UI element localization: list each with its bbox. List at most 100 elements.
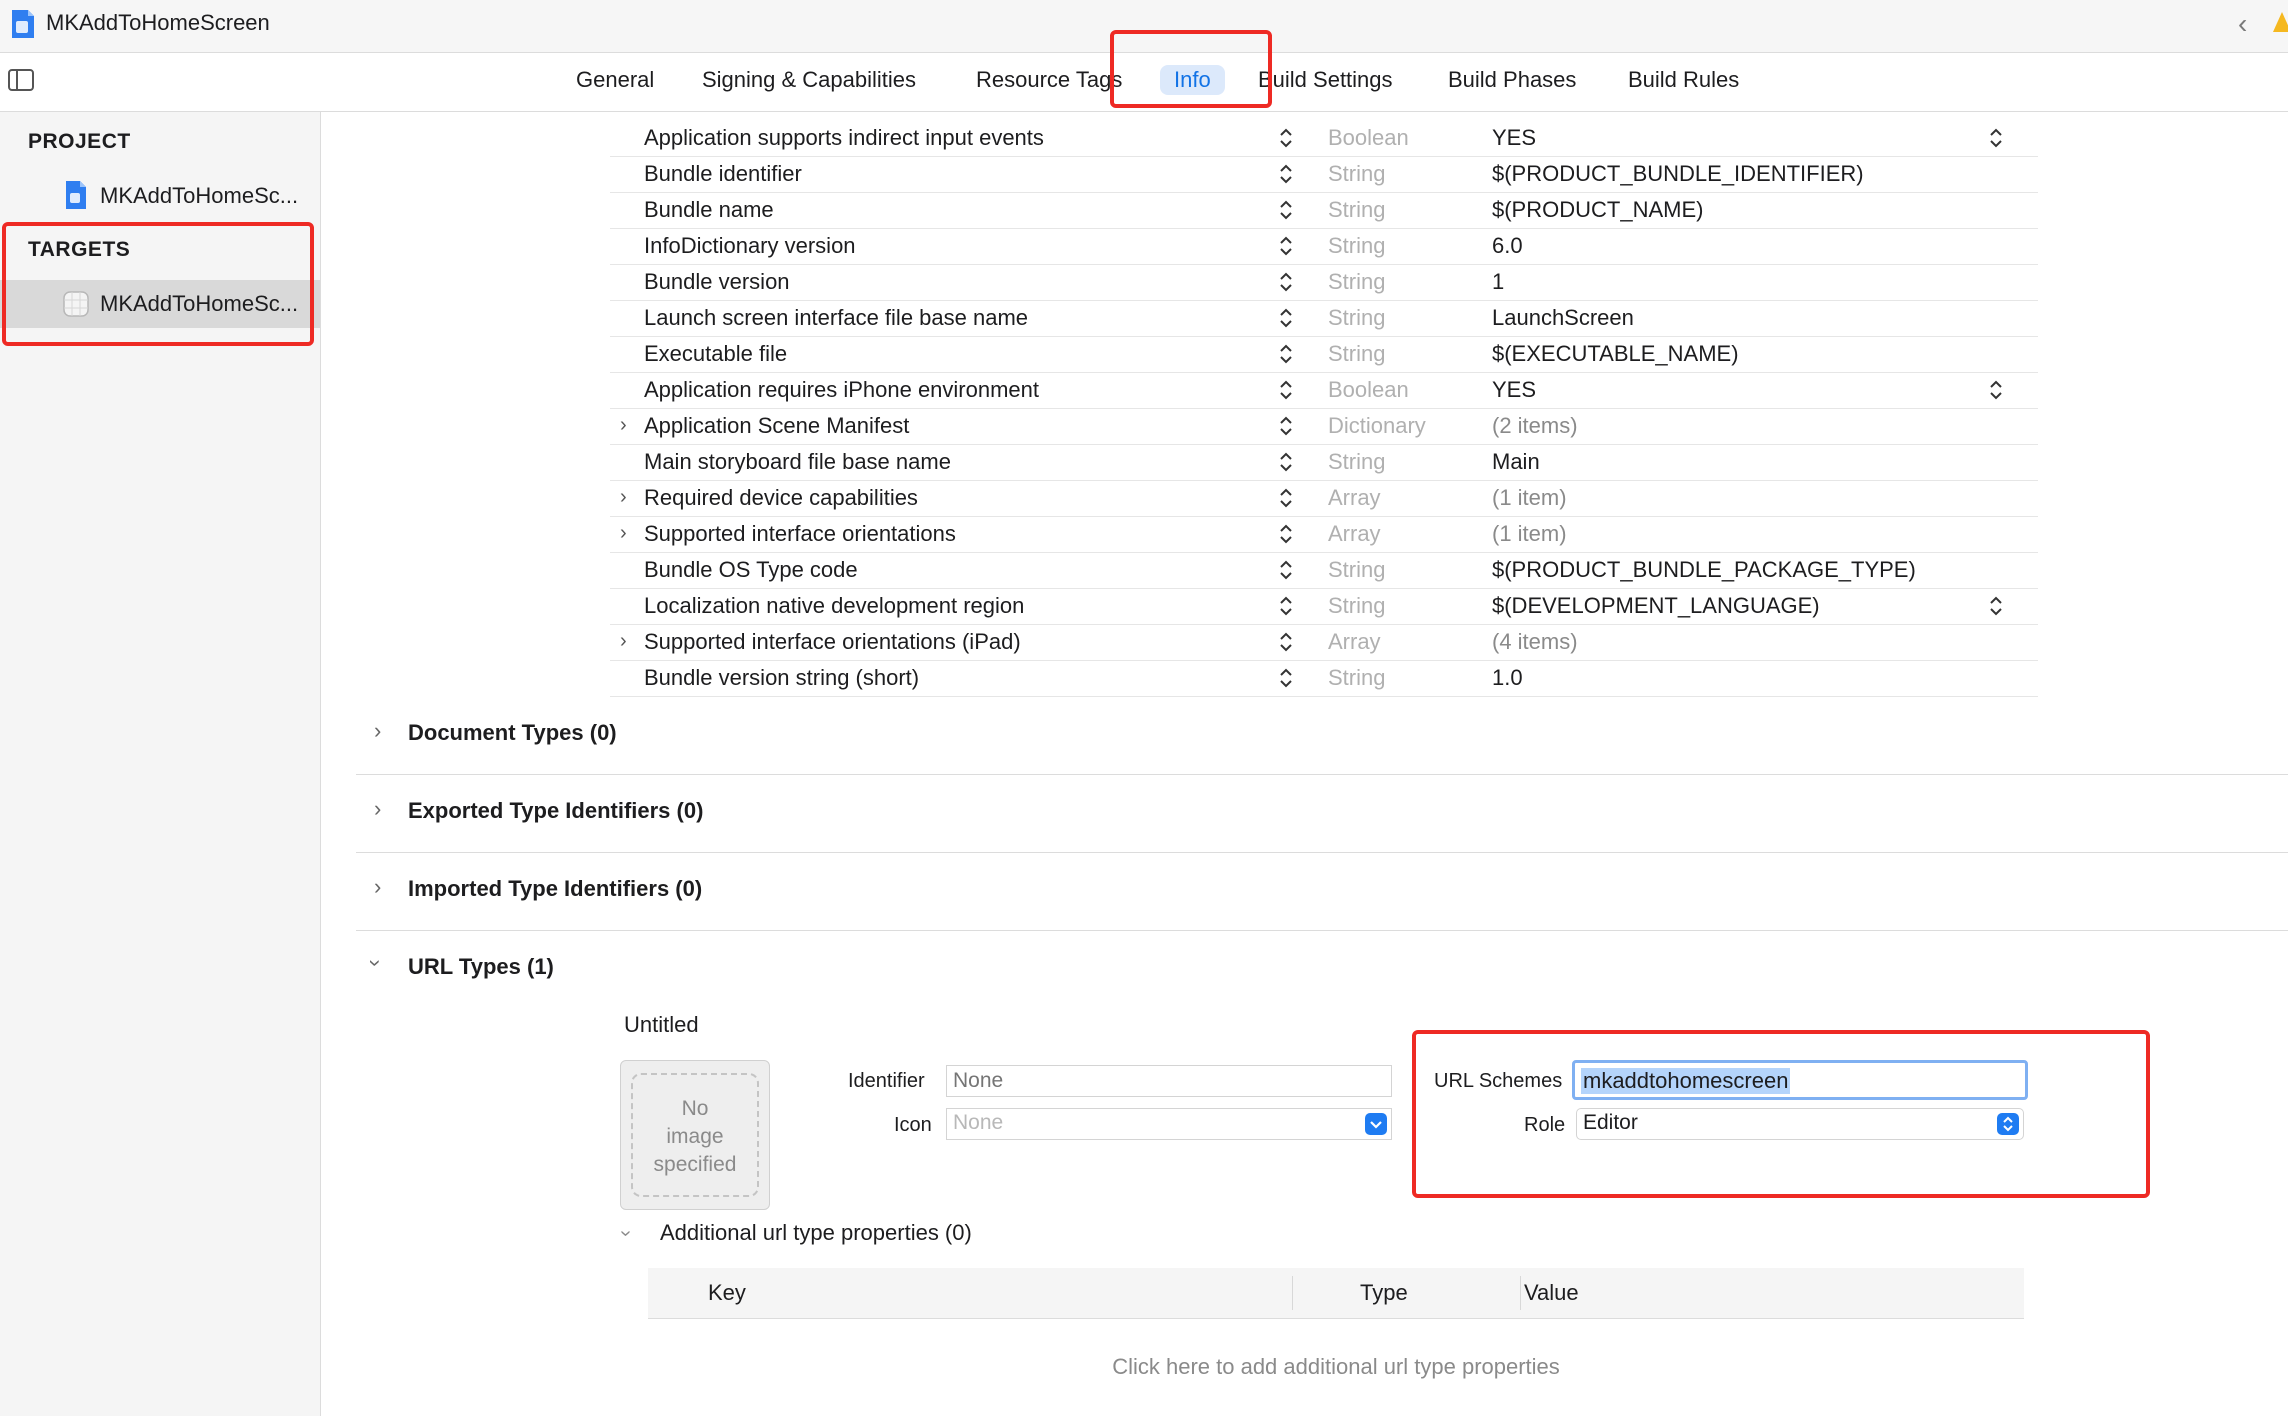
plist-value[interactable]: $(EXECUTABLE_NAME) (1492, 341, 1739, 367)
section-exported-type-identifiers[interactable]: › Exported Type Identifiers (0) (356, 774, 2288, 853)
type-stepper-icon[interactable] (1278, 666, 1294, 690)
plist-value[interactable]: YES (1492, 125, 1536, 151)
url-type-image-well[interactable]: No image specified (620, 1060, 770, 1210)
plist-row[interactable]: Localization native development region St… (610, 588, 2038, 625)
plist-type: String (1328, 341, 1386, 366)
type-stepper-icon[interactable] (1278, 342, 1294, 366)
plist-type: String (1328, 233, 1386, 258)
plist-value[interactable]: $(PRODUCT_NAME) (1492, 197, 1703, 223)
plist-value[interactable]: 1 (1492, 269, 1504, 295)
section-title: URL Types (1) (408, 954, 554, 979)
type-stepper-icon[interactable] (1278, 450, 1294, 474)
header-type: Type (1360, 1280, 1408, 1305)
chevron-down-icon[interactable]: › (363, 959, 389, 966)
type-stepper-icon[interactable] (1278, 306, 1294, 330)
section-imported-type-identifiers[interactable]: › Imported Type Identifiers (0) (356, 852, 2288, 931)
tab-resource-tags[interactable]: Resource Tags (976, 67, 1122, 93)
type-stepper-icon[interactable] (1278, 198, 1294, 222)
plist-row[interactable]: Bundle identifier String $(PRODUCT_BUNDLE_… (610, 156, 2038, 193)
plist-value[interactable]: (2 items) (1492, 413, 1578, 439)
url-schemes-field[interactable]: mkaddtohomescreen (1572, 1060, 2028, 1100)
chevron-right-icon[interactable]: › (374, 718, 381, 744)
type-stepper-icon[interactable] (1278, 270, 1294, 294)
tab-info[interactable]: Info (1160, 65, 1225, 95)
section-url-types[interactable]: › URL Types (1) (356, 930, 2288, 1008)
tab-build-phases[interactable]: Build Phases (1448, 67, 1576, 93)
plist-row[interactable]: Bundle OS Type code String $(PRODUCT_BUNDL… (610, 552, 2038, 589)
add-property-hint[interactable]: Click here to add additional url type pr… (648, 1354, 2024, 1380)
plist-row[interactable]: Bundle version string (short) String 1.0 (610, 660, 2038, 697)
plist-key: Application supports indirect input even… (644, 125, 1044, 150)
plist-value[interactable]: $(PRODUCT_BUNDLE_PACKAGE_TYPE) (1492, 557, 1916, 583)
plist-key: Bundle identifier (644, 161, 802, 186)
back-chevron-icon[interactable]: ‹ (2238, 8, 2247, 40)
type-stepper-icon[interactable] (1278, 486, 1294, 510)
plist-row[interactable]: › Supported interface orientations (iPad)… (610, 624, 2038, 661)
plist-type: String (1328, 593, 1386, 618)
type-stepper-icon[interactable] (1278, 558, 1294, 582)
tab-signing-capabilities[interactable]: Signing & Capabilities (702, 67, 916, 93)
plist-row[interactable]: Bundle name String $(PRODUCT_NAME) (610, 192, 2038, 229)
sidebar-item-target[interactable]: MKAddToHomeSc... (0, 280, 320, 328)
warning-icon[interactable] (2272, 10, 2288, 34)
plist-row[interactable]: Bundle version String 1 (610, 264, 2038, 301)
tab-build-rules[interactable]: Build Rules (1628, 67, 1739, 93)
type-stepper-icon[interactable] (1278, 378, 1294, 402)
section-document-types[interactable]: › Document Types (0) (356, 696, 2288, 775)
tab-general[interactable]: General (576, 67, 654, 93)
type-stepper-icon[interactable] (1278, 594, 1294, 618)
plist-value[interactable]: $(DEVELOPMENT_LANGUAGE) (1492, 593, 1820, 619)
value-popup-icon[interactable] (1988, 594, 2004, 618)
plist-value[interactable]: Main (1492, 449, 1540, 475)
type-stepper-icon[interactable] (1278, 522, 1294, 546)
tab-build-settings[interactable]: Build Settings (1258, 67, 1393, 93)
value-popup-icon[interactable] (1988, 378, 2004, 402)
identifier-field[interactable] (946, 1065, 1392, 1097)
plist-row[interactable]: Application requires iPhone environment B… (610, 372, 2038, 409)
plist-value[interactable]: YES (1492, 377, 1536, 403)
plist-key: Launch screen interface file base name (644, 305, 1029, 330)
plist-value[interactable]: (1 item) (1492, 521, 1567, 547)
plist-row[interactable]: Launch screen interface file base name St… (610, 300, 2038, 337)
plist-value[interactable]: LaunchScreen (1492, 305, 1634, 331)
plist-row[interactable]: › Supported interface orientations Array (1… (610, 516, 2038, 553)
popup-stepper-icon[interactable] (1997, 1113, 2019, 1135)
sidebar-item-project[interactable]: MKAddToHomeSc... (0, 172, 320, 220)
chevron-right-icon[interactable]: › (374, 874, 381, 900)
plist-type: Dictionary (1328, 413, 1426, 438)
chevron-right-icon[interactable]: › (374, 796, 381, 822)
popup-arrow-icon[interactable] (1365, 1113, 1387, 1135)
type-stepper-icon[interactable] (1278, 414, 1294, 438)
plist-row[interactable]: Application supports indirect input even… (610, 120, 2038, 157)
sidebar-toggle-icon[interactable] (8, 69, 34, 91)
icon-popup[interactable]: None (946, 1108, 1392, 1140)
plist-value[interactable]: 1.0 (1492, 665, 1523, 691)
value-popup-icon[interactable] (1988, 126, 2004, 150)
plist-row[interactable]: InfoDictionary version String 6.0 (610, 228, 2038, 265)
plist-row[interactable]: › Application Scene Manifest Dictionary (2 … (610, 408, 2038, 445)
plist-value[interactable]: (1 item) (1492, 485, 1567, 511)
chevron-right-icon[interactable]: › (620, 486, 627, 509)
column-divider (1520, 1276, 1521, 1310)
plist-value[interactable]: 6.0 (1492, 233, 1523, 259)
type-stepper-icon[interactable] (1278, 630, 1294, 654)
plist-value[interactable]: (4 items) (1492, 629, 1578, 655)
plist-row[interactable]: Executable file String $(EXECUTABLE_NAME) (610, 336, 2038, 373)
plist-type: String (1328, 449, 1386, 474)
header-value: Value (1524, 1280, 1579, 1305)
type-stepper-icon[interactable] (1278, 162, 1294, 186)
chevron-right-icon[interactable]: › (620, 630, 627, 653)
type-stepper-icon[interactable] (1278, 234, 1294, 258)
plist-row[interactable]: Main storyboard file base name String Main (610, 444, 2038, 481)
chevron-down-icon[interactable]: › (614, 1230, 637, 1237)
section-title: Imported Type Identifiers (0) (408, 876, 703, 901)
plist-value[interactable]: $(PRODUCT_BUNDLE_IDENTIFIER) (1492, 161, 1864, 187)
plist-key: Main storyboard file base name (644, 449, 951, 474)
chevron-right-icon[interactable]: › (620, 414, 627, 437)
chevron-right-icon[interactable]: › (620, 522, 627, 545)
type-stepper-icon[interactable] (1278, 126, 1294, 150)
role-popup[interactable]: Editor (1576, 1108, 2024, 1140)
plist-row[interactable]: › Required device capabilities Array (1 ite… (610, 480, 2038, 517)
plist-type: String (1328, 305, 1386, 330)
plist-key: Bundle version (644, 269, 790, 294)
